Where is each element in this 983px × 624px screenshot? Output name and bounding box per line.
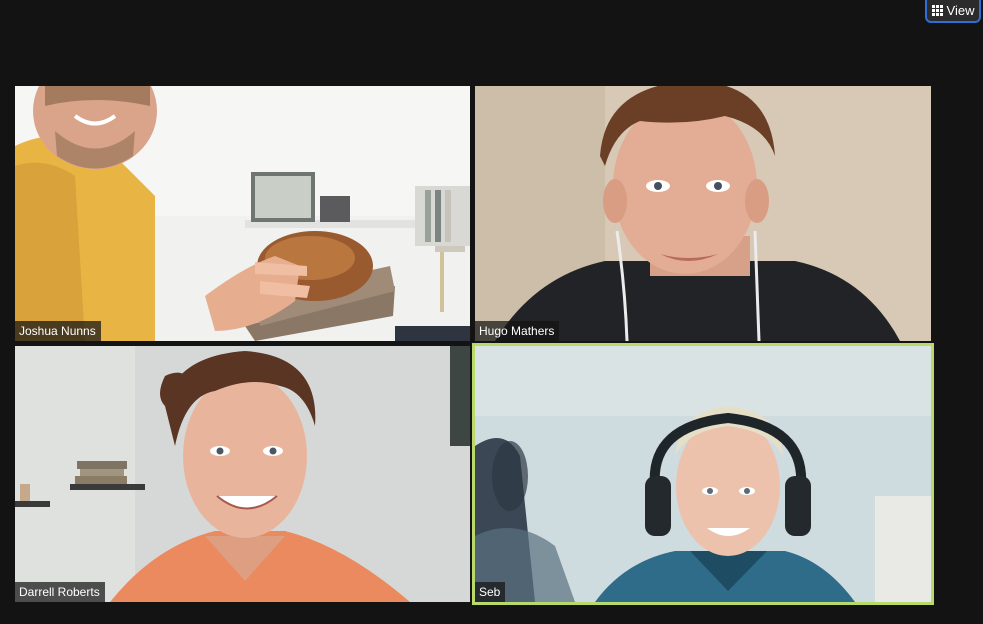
- participant-video: [475, 346, 931, 602]
- participant-tile-darrell-roberts[interactable]: Darrell Roberts: [15, 346, 470, 602]
- participant-video: [15, 86, 470, 341]
- participant-tile-hugo-mathers[interactable]: Hugo Mathers: [475, 86, 931, 341]
- view-button-label: View: [946, 3, 975, 18]
- participant-name: Hugo Mathers: [475, 321, 560, 341]
- participant-video: [15, 346, 470, 602]
- participant-tile-seb[interactable]: Seb: [472, 343, 934, 605]
- participant-name: Joshua Nunns: [15, 321, 101, 341]
- participant-name: Seb: [475, 582, 506, 602]
- participant-tile-joshua-nunns[interactable]: Joshua Nunns: [15, 86, 470, 341]
- grid-icon: [931, 5, 943, 16]
- view-button[interactable]: View: [925, 0, 981, 23]
- participant-name: Darrell Roberts: [15, 582, 105, 602]
- participant-video: [475, 86, 931, 341]
